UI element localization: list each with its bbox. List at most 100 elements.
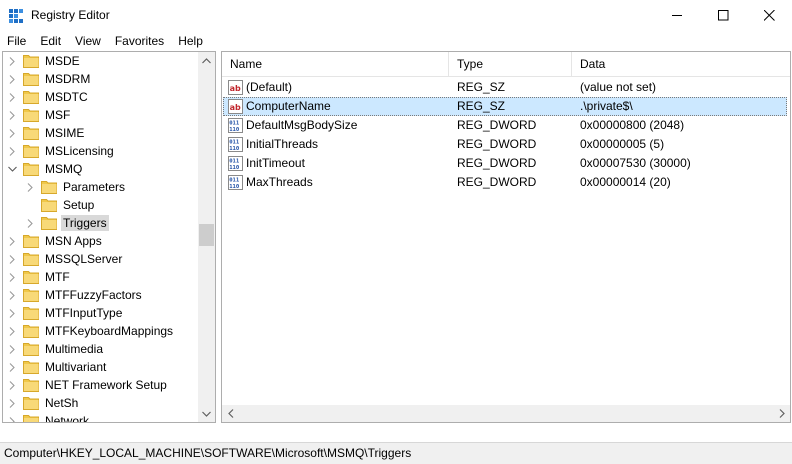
tree-item[interactable]: Setup	[25, 196, 96, 214]
maximize-button[interactable]	[700, 0, 746, 31]
expand-chevron-icon[interactable]	[7, 146, 17, 156]
menu-file[interactable]: File	[0, 31, 33, 51]
expand-chevron-icon[interactable]	[7, 110, 17, 120]
expand-chevron-icon[interactable]	[7, 380, 17, 390]
expand-chevron-icon[interactable]	[7, 254, 17, 264]
registry-editor-icon	[9, 9, 23, 23]
tree-item[interactable]: MSMQ	[7, 160, 84, 178]
menu-favorites[interactable]: Favorites	[108, 31, 171, 51]
expand-chevron-icon[interactable]	[7, 74, 17, 84]
expand-chevron-icon[interactable]	[25, 218, 35, 228]
tree-item[interactable]: NET Framework Setup	[7, 376, 169, 394]
folder-icon	[23, 342, 39, 356]
scroll-left-button[interactable]	[222, 405, 239, 422]
tree-item-label: MSMQ	[45, 162, 83, 176]
tree-item[interactable]: Network	[7, 412, 91, 423]
menu-edit[interactable]: Edit	[33, 31, 68, 51]
tree-item[interactable]: MSDE	[7, 52, 82, 70]
tree-item-label: Network	[45, 414, 90, 423]
value-data-cell: .\private$\	[580, 99, 633, 113]
expand-chevron-icon[interactable]	[7, 290, 17, 300]
value-type-cell: REG_SZ	[457, 99, 506, 113]
expand-chevron-icon[interactable]	[7, 344, 17, 354]
folder-icon	[23, 54, 39, 68]
tree-item[interactable]: MSDTC	[7, 88, 90, 106]
expand-chevron-icon[interactable]	[7, 416, 17, 422]
status-bar-path: Computer\HKEY_LOCAL_MACHINE\SOFTWARE\Mic…	[0, 442, 792, 464]
value-row[interactable]: ab ComputerName REG_SZ .\private$\	[222, 97, 790, 116]
tree-item[interactable]: Triggers	[25, 214, 109, 232]
tree-vertical-scrollbar[interactable]	[198, 52, 215, 422]
tree-item-label: NetSh	[45, 396, 79, 410]
tree-item[interactable]: MTFInputType	[7, 304, 124, 322]
menu-view[interactable]: View	[68, 31, 108, 51]
tree-item-label: Setup	[63, 198, 95, 212]
value-row[interactable]: 011 110 InitTimeout REG_DWORD 0x00007530 (30…	[222, 154, 790, 173]
key-tree-pane[interactable]: MSDE MSDRM MSDTC MSF MSIME MSLicensing MSMQ Par…	[2, 51, 216, 423]
minimize-button[interactable]	[654, 0, 700, 31]
expand-chevron-icon[interactable]	[7, 92, 17, 102]
tree-item-label: MSDTC	[45, 90, 88, 104]
value-row[interactable]: ab (Default) REG_SZ (value not set)	[222, 78, 790, 97]
value-row[interactable]: 011 110 MaxThreads REG_DWORD 0x00000014 (20)	[222, 173, 790, 192]
tree-item[interactable]: Parameters	[25, 178, 127, 196]
value-name-cell: ComputerName	[246, 99, 331, 113]
tree-item[interactable]: Multimedia	[7, 340, 105, 358]
tree-item[interactable]: MSLicensing	[7, 142, 116, 160]
column-header-type[interactable]: Type	[449, 52, 572, 77]
expand-chevron-icon[interactable]	[25, 182, 35, 192]
svg-text:110: 110	[229, 127, 240, 133]
column-header-name[interactable]: Name	[222, 52, 449, 77]
tree-item[interactable]: MSSQLServer	[7, 250, 124, 268]
value-data-cell: (value not set)	[580, 80, 657, 94]
expand-chevron-icon[interactable]	[7, 56, 17, 66]
title-bar: Registry Editor	[0, 0, 792, 31]
folder-icon	[23, 108, 39, 122]
tree-item-label: Parameters	[63, 180, 126, 194]
scroll-thumb[interactable]	[199, 224, 214, 246]
collapse-chevron-icon[interactable]	[7, 164, 17, 174]
svg-text:110: 110	[229, 184, 240, 190]
folder-icon	[23, 288, 39, 302]
scroll-down-button[interactable]	[198, 405, 215, 422]
tree-item[interactable]: NetSh	[7, 394, 80, 412]
tree-item[interactable]: Multivariant	[7, 358, 108, 376]
close-button[interactable]	[746, 0, 792, 31]
chevron-down-icon	[202, 411, 211, 417]
tree-item[interactable]: MSIME	[7, 124, 86, 142]
value-data-cell: 0x00000800 (2048)	[580, 118, 685, 132]
scroll-up-button[interactable]	[198, 52, 215, 69]
svg-text:110: 110	[229, 165, 240, 171]
folder-icon	[23, 252, 39, 266]
tree-item[interactable]: MTF	[7, 268, 72, 286]
tree-item-label: MTFKeyboardMappings	[45, 324, 174, 338]
string-value-icon: ab	[228, 80, 243, 95]
scroll-right-button[interactable]	[773, 405, 790, 422]
value-row[interactable]: 011 110 DefaultMsgBodySize REG_DWORD 0x00000…	[222, 116, 790, 135]
expand-chevron-icon[interactable]	[7, 128, 17, 138]
value-type-cell: REG_DWORD	[457, 137, 537, 151]
menu-help[interactable]: Help	[171, 31, 210, 51]
folder-icon	[23, 378, 39, 392]
tree-item-label: MSSQLServer	[45, 252, 123, 266]
tree-item[interactable]: MTFKeyboardMappings	[7, 322, 175, 340]
values-horizontal-scrollbar[interactable]	[222, 405, 790, 422]
expand-chevron-icon[interactable]	[7, 308, 17, 318]
value-row[interactable]: 011 110 InitialThreads REG_DWORD 0x00000005 …	[222, 135, 790, 154]
expand-chevron-icon[interactable]	[7, 272, 17, 282]
value-name-cell: (Default)	[246, 80, 293, 94]
tree-item-label: MSDE	[45, 54, 80, 68]
tree-item[interactable]: MTFFuzzyFactors	[7, 286, 144, 304]
column-header: Name Type Data	[222, 52, 790, 77]
tree-item[interactable]: MSDRM	[7, 70, 92, 88]
tree-item[interactable]: MSN Apps	[7, 232, 104, 250]
tree-item[interactable]: MSF	[7, 106, 72, 124]
expand-chevron-icon[interactable]	[7, 326, 17, 336]
expand-chevron-icon[interactable]	[7, 398, 17, 408]
value-data-cell: 0x00007530 (30000)	[580, 156, 691, 170]
values-list-pane[interactable]: Name Type Data ab (Default) REG_SZ (value n…	[221, 51, 791, 423]
expand-chevron-icon[interactable]	[7, 236, 17, 246]
string-value-icon: ab	[228, 99, 243, 114]
expand-chevron-icon[interactable]	[7, 362, 17, 372]
column-header-data[interactable]: Data	[572, 52, 790, 77]
